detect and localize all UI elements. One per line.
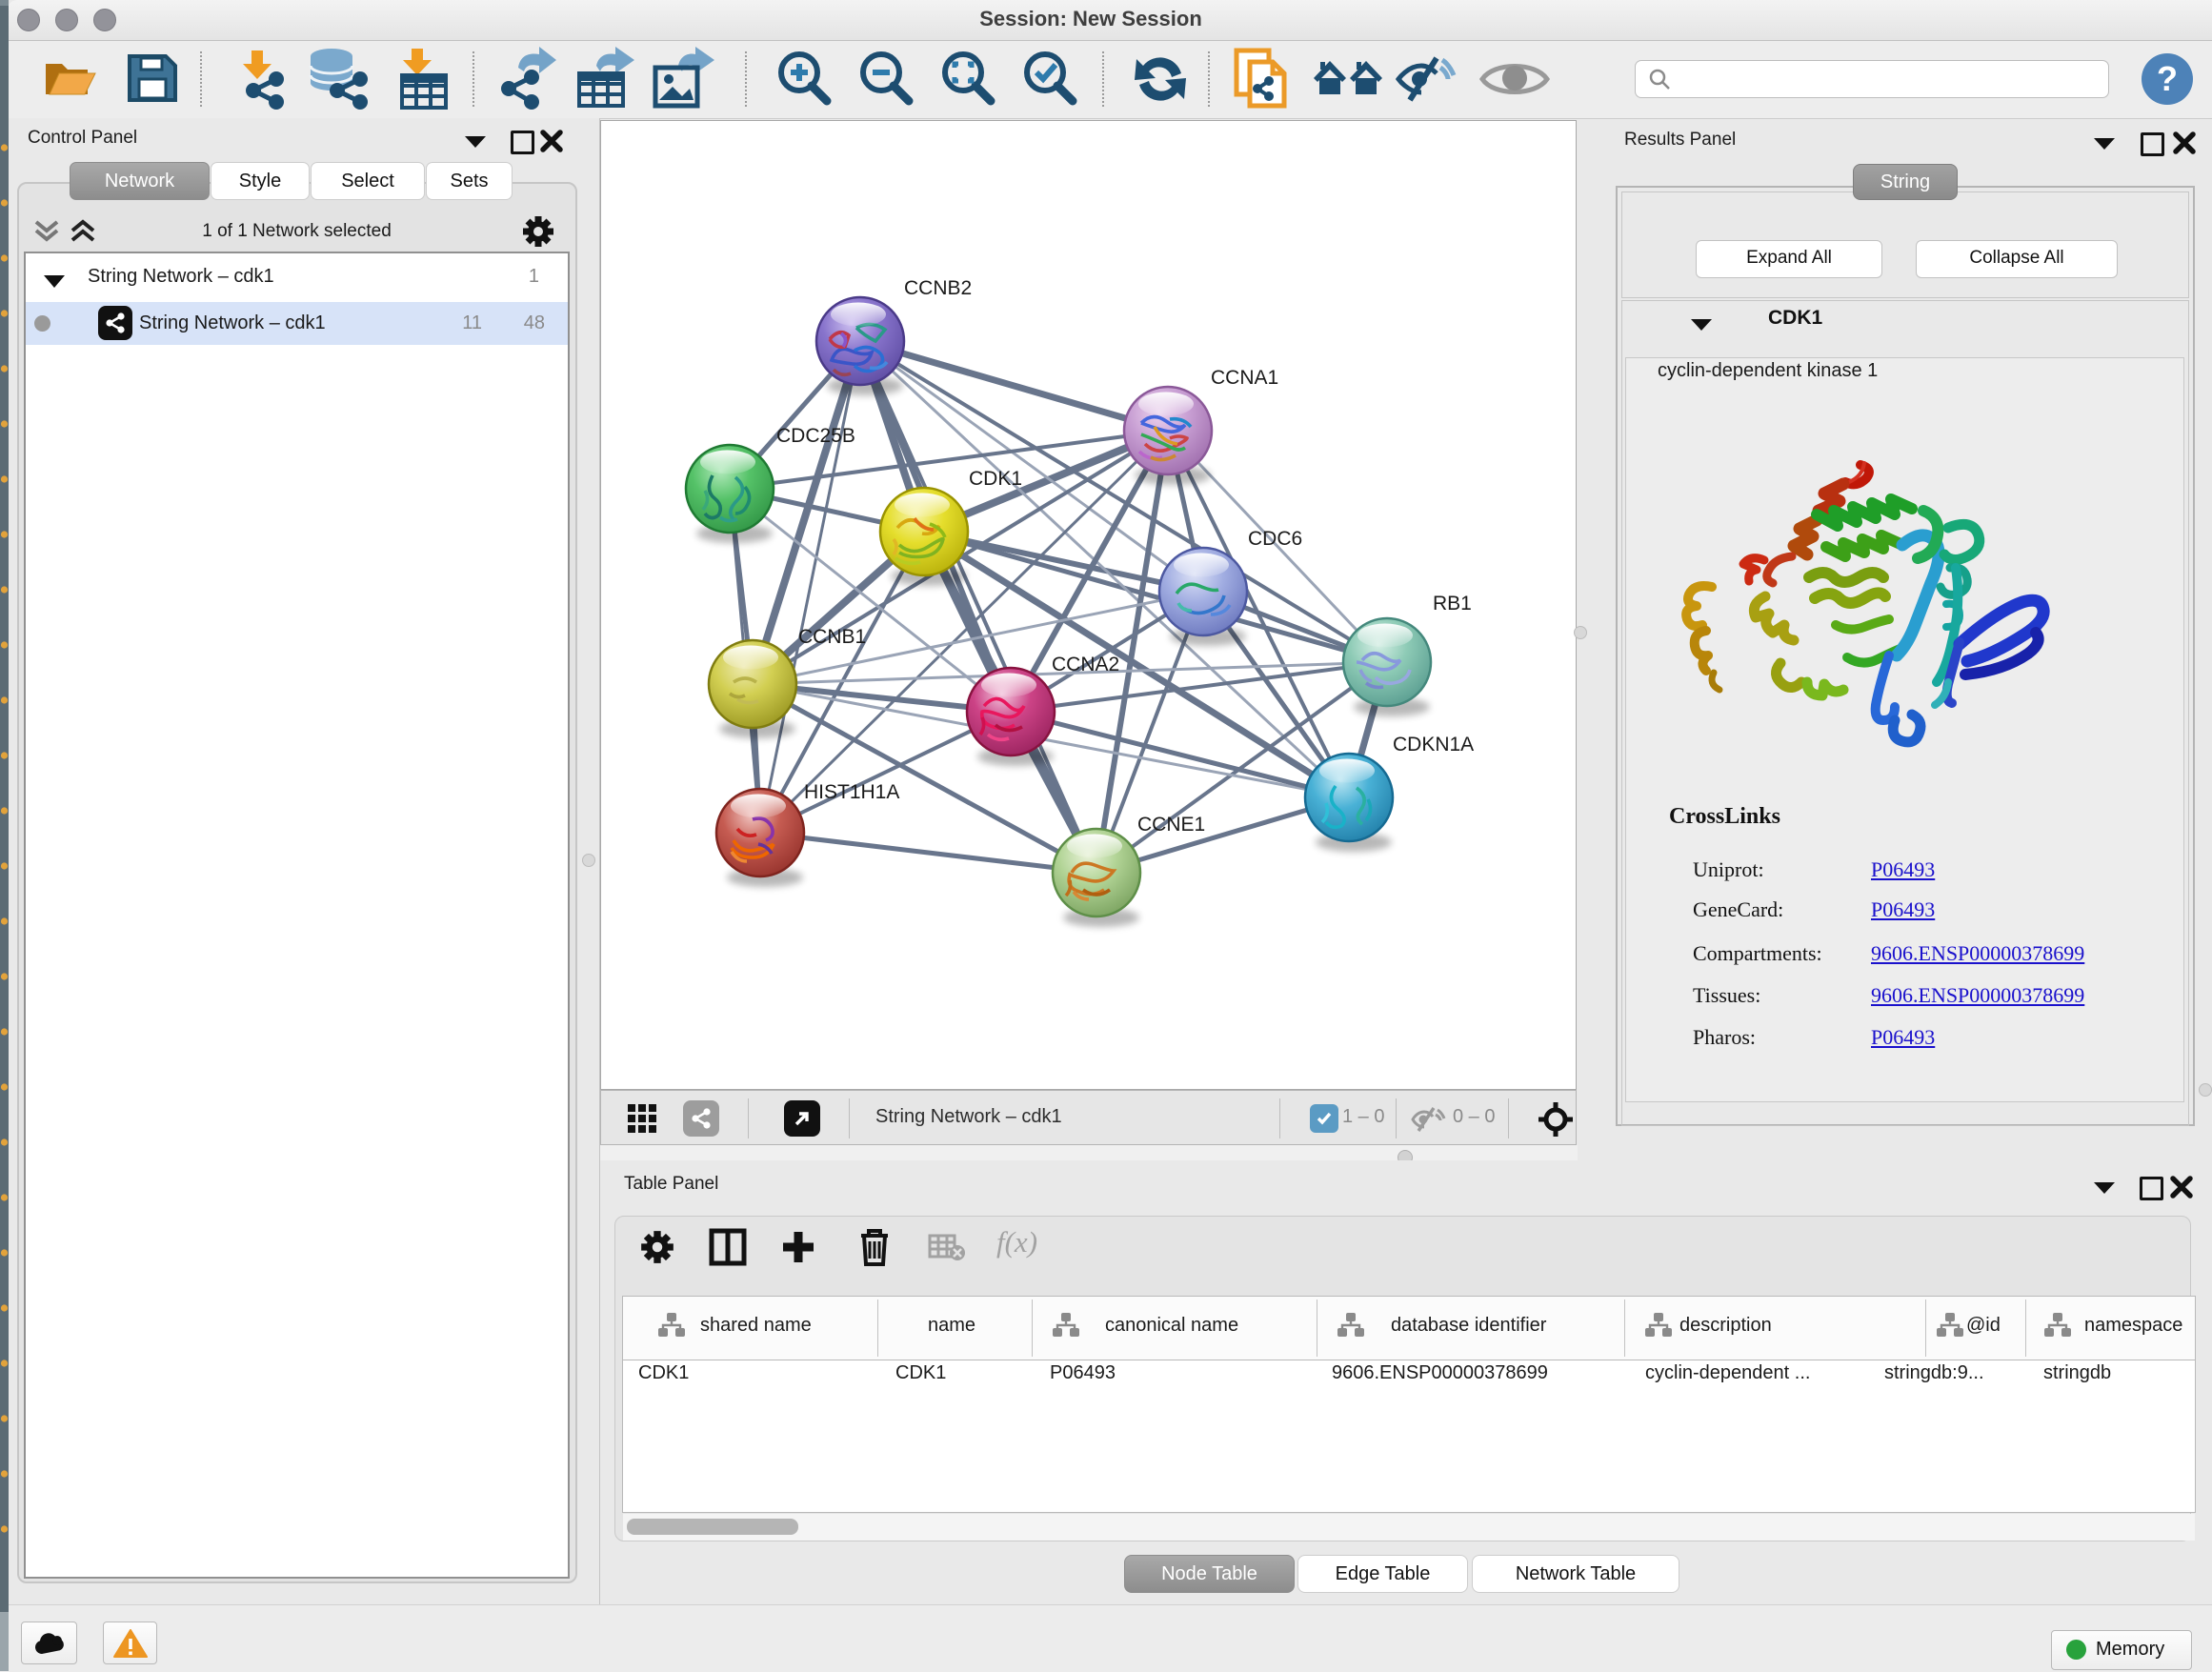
svg-text:HIST1H1A: HIST1H1A [804,781,899,803]
svg-text:?: ? [2157,59,2178,98]
svg-text:CCNB1: CCNB1 [798,626,866,648]
svg-text:CCNB2: CCNB2 [904,277,972,299]
svg-text:CDC25B: CDC25B [776,425,855,447]
svg-text:CDKN1A: CDKN1A [1393,734,1474,755]
svg-text:RB1: RB1 [1433,593,1472,614]
svg-text:CDK1: CDK1 [969,468,1022,490]
svg-text:CDC6: CDC6 [1248,528,1302,550]
svg-text:CCNA1: CCNA1 [1211,367,1278,389]
svg-text:CCNE1: CCNE1 [1137,814,1205,836]
svg-text:CCNA2: CCNA2 [1052,654,1119,675]
